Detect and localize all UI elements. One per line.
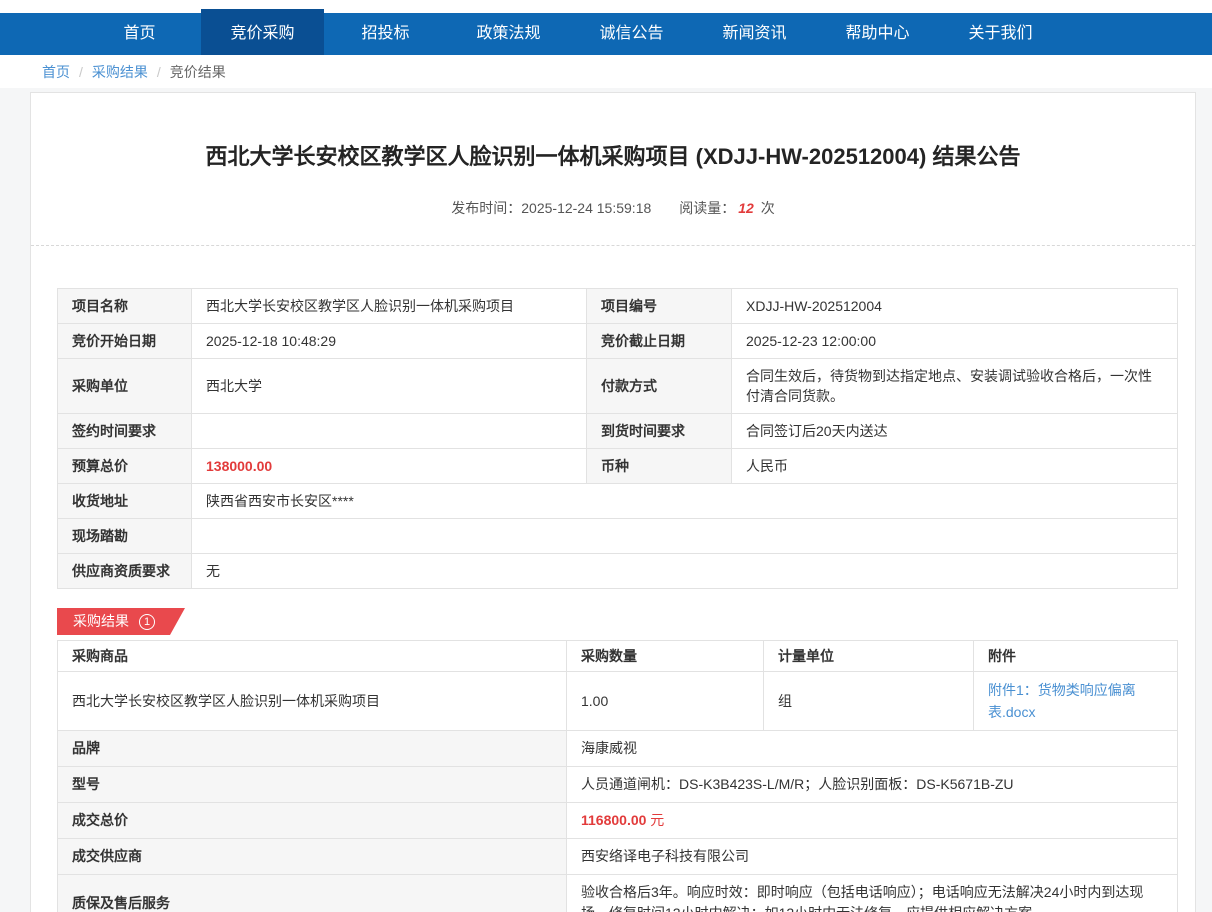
value-winning-supplier: 西安络译电子科技有限公司 [567, 839, 1178, 875]
table-row: 收货地址 陕西省西安市长安区**** [58, 484, 1178, 519]
value-supplier-qualification: 无 [192, 554, 1178, 589]
value-unit: 组 [764, 672, 974, 731]
page-title: 西北大学长安校区教学区人脸识别一体机采购项目 (XDJJ-HW-20251200… [31, 139, 1195, 171]
views-count: 12 [738, 200, 754, 216]
label-currency: 币种 [587, 449, 732, 484]
table-row: 签约时间要求 到货时间要求 合同签订后20天内送达 [58, 414, 1178, 449]
announcement-card: 西北大学长安校区教学区人脸识别一体机采购项目 (XDJJ-HW-20251200… [30, 92, 1196, 912]
table-row: 成交供应商 西安络译电子科技有限公司 [58, 839, 1178, 875]
purchase-result-badge: 采购结果 1 [57, 608, 185, 635]
label-supplier-qualification: 供应商资质要求 [58, 554, 192, 589]
budget-amount: 138000.00 [206, 458, 272, 474]
nav-item-home[interactable]: 首页 [78, 13, 201, 55]
table-row: 品牌 海康威视 [58, 731, 1178, 767]
value-signing-time-requirement [192, 414, 587, 449]
label-model: 型号 [58, 767, 567, 803]
value-quantity: 1.00 [567, 672, 764, 731]
value-site-survey [192, 519, 1178, 554]
purchase-result-table: 采购商品 采购数量 计量单位 附件 西北大学长安校区教学区人脸识别一体机采购项目… [57, 640, 1178, 912]
table-row: 预算总价 138000.00 币种 人民币 [58, 449, 1178, 484]
label-deal-total-price: 成交总价 [58, 803, 567, 839]
page-background: 西北大学长安校区教学区人脸识别一体机采购项目 (XDJJ-HW-20251200… [0, 88, 1212, 912]
header-product: 采购商品 [58, 641, 567, 672]
value-product: 西北大学长安校区教学区人脸识别一体机采购项目 [58, 672, 567, 731]
publish-time-label: 发布时间： [451, 200, 521, 216]
value-warranty-service: 验收合格后3年。响应时效：即时响应（包括电话响应）；电话响应无法解决24小时内到… [567, 875, 1178, 912]
value-payment-method: 合同生效后，待货物到达指定地点、安装调试验收合格后，一次性付清合同货款。 [732, 359, 1178, 414]
header-attachment: 附件 [974, 641, 1178, 672]
table-row: 型号 人员通道闸机：DS-K3B423S-L/M/R；人脸识别面板：DS-K56… [58, 767, 1178, 803]
label-winning-supplier: 成交供应商 [58, 839, 567, 875]
value-delivery-time-requirement: 合同签订后20天内送达 [732, 414, 1178, 449]
value-deal-total-price: 116800.00 元 [567, 803, 1178, 839]
label-site-survey: 现场踏勘 [58, 519, 192, 554]
table-row: 采购单位 西北大学 付款方式 合同生效后，待货物到达指定地点、安装调试验收合格后… [58, 359, 1178, 414]
label-project-name: 项目名称 [58, 289, 192, 324]
nav-item-about-us[interactable]: 关于我们 [939, 13, 1062, 55]
label-bid-end-date: 竞价截止日期 [587, 324, 732, 359]
value-bid-start-date: 2025-12-18 10:48:29 [192, 324, 587, 359]
table-row: 现场踏勘 [58, 519, 1178, 554]
breadcrumb-home-link[interactable]: 首页 [42, 62, 70, 82]
value-delivery-address: 陕西省西安市长安区**** [192, 484, 1178, 519]
table-row: 质保及售后服务 验收合格后3年。响应时效：即时响应（包括电话响应）；电话响应无法… [58, 875, 1178, 912]
dashed-divider [31, 245, 1195, 246]
table-row: 项目名称 西北大学长安校区教学区人脸识别一体机采购项目 项目编号 XDJJ-HW… [58, 289, 1178, 324]
deal-price-amount: 116800.00 [581, 812, 646, 828]
attachment-link[interactable]: 附件1：货物类响应偏离表.docx [988, 682, 1136, 720]
breadcrumb: 首页 / 采购结果 / 竞价结果 [0, 55, 1212, 88]
label-project-number: 项目编号 [587, 289, 732, 324]
header-quantity: 采购数量 [567, 641, 764, 672]
main-nav: 首页 竞价采购 招投标 政策法规 诚信公告 新闻资讯 帮助中心 关于我们 [0, 13, 1212, 55]
nav-item-help-center[interactable]: 帮助中心 [816, 13, 939, 55]
value-bid-end-date: 2025-12-23 12:00:00 [732, 324, 1178, 359]
label-budget-total: 预算总价 [58, 449, 192, 484]
breadcrumb-separator: / [157, 64, 161, 80]
result-count-circle-icon: 1 [139, 614, 155, 630]
views-label: 阅读量： [679, 200, 735, 216]
label-brand: 品牌 [58, 731, 567, 767]
nav-item-tender[interactable]: 招投标 [324, 13, 447, 55]
publish-time-value: 2025-12-24 15:59:18 [521, 200, 651, 216]
label-purchaser: 采购单位 [58, 359, 192, 414]
breadcrumb-separator: / [79, 64, 83, 80]
table-row: 供应商资质要求 无 [58, 554, 1178, 589]
nav-item-news[interactable]: 新闻资讯 [693, 13, 816, 55]
value-currency: 人民币 [732, 449, 1178, 484]
nav-item-integrity-notice[interactable]: 诚信公告 [570, 13, 693, 55]
value-project-number: XDJJ-HW-202512004 [732, 289, 1178, 324]
header-unit: 计量单位 [764, 641, 974, 672]
value-model: 人员通道闸机：DS-K3B423S-L/M/R；人脸识别面板：DS-K5671B… [567, 767, 1178, 803]
table-header-row: 采购商品 采购数量 计量单位 附件 [58, 641, 1178, 672]
table-row: 竞价开始日期 2025-12-18 10:48:29 竞价截止日期 2025-1… [58, 324, 1178, 359]
nav-item-policy[interactable]: 政策法规 [447, 13, 570, 55]
publish-info: 发布时间：2025-12-24 15:59:18 阅读量：12 次 [31, 198, 1195, 218]
value-budget-total: 138000.00 [192, 449, 587, 484]
table-row: 西北大学长安校区教学区人脸识别一体机采购项目 1.00 组 附件1：货物类响应偏… [58, 672, 1178, 731]
purchase-result-badge-label: 采购结果 [73, 613, 129, 629]
label-warranty-service: 质保及售后服务 [58, 875, 567, 912]
project-info-table: 项目名称 西北大学长安校区教学区人脸识别一体机采购项目 项目编号 XDJJ-HW… [57, 288, 1178, 589]
label-bid-start-date: 竞价开始日期 [58, 324, 192, 359]
breadcrumb-current: 竞价结果 [170, 62, 226, 82]
value-purchaser: 西北大学 [192, 359, 587, 414]
top-white-strip [0, 0, 1212, 13]
deal-price-unit: 元 [650, 812, 664, 828]
label-signing-time-requirement: 签约时间要求 [58, 414, 192, 449]
nav-item-bidding-purchase[interactable]: 竞价采购 [201, 9, 324, 55]
breadcrumb-section-link[interactable]: 采购结果 [92, 62, 148, 82]
value-brand: 海康威视 [567, 731, 1178, 767]
label-delivery-time-requirement: 到货时间要求 [587, 414, 732, 449]
label-payment-method: 付款方式 [587, 359, 732, 414]
label-delivery-address: 收货地址 [58, 484, 192, 519]
value-project-name: 西北大学长安校区教学区人脸识别一体机采购项目 [192, 289, 587, 324]
table-row: 成交总价 116800.00 元 [58, 803, 1178, 839]
views-unit: 次 [761, 200, 775, 216]
